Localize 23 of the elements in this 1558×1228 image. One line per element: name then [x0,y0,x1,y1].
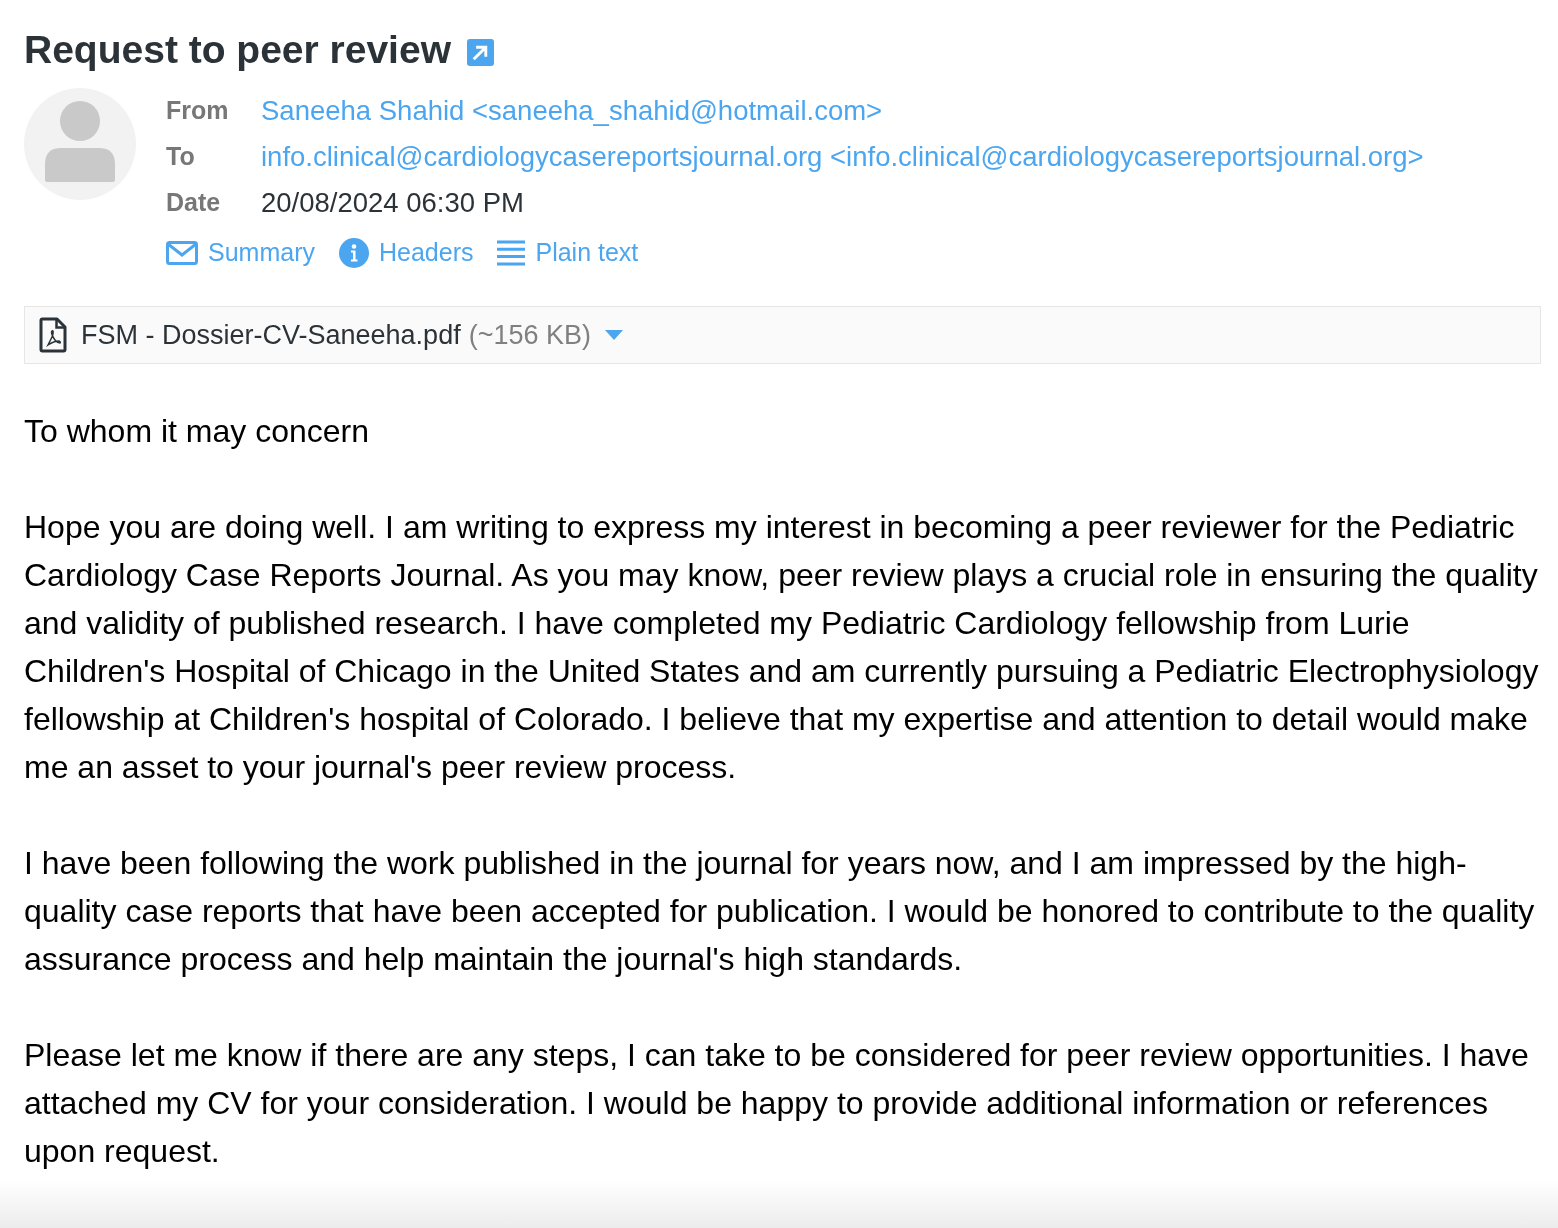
email-paragraph: Please let me know if there are any steps, I can take to be considered for peer review opportunities. I have attached my CV for your consideration. I would be happy to provide additional information or references upon request. [24,1036,1530,1171]
info-icon [338,238,369,268]
header-label: From [166,95,230,127]
email-address-link[interactable]: Saneeha Shahid <saneeha_shahid@hotmail.com> [261,90,883,132]
email-address-link[interactable]: info.clinical@cardiologycasereportsjournal.org <info.clinical@cardiologycasereportsjournal.org> [261,136,1424,178]
attachment-size: (~156 KB) [468,318,591,352]
dropdown-caret-icon[interactable] [605,330,623,340]
date-value: 20/08/2024 06:30 PM [261,186,524,221]
envelope-icon [166,241,198,265]
header-label: To [166,141,196,173]
header-label: Date [166,187,222,219]
view-mode-link[interactable]: Summary [166,234,315,272]
email-subject: Request to peer review [24,27,451,73]
list-lines-icon [497,240,526,266]
view-mode-link[interactable]: Headers [338,234,474,272]
external-link-icon[interactable] [467,38,494,66]
email-paragraph: I have been following the work published in the journal for years now, and I am impressed by the high-quality case reports that have been accepted for publication. I would be honored to contribute to the quality assurance process and help maintain the journal's high standards. [24,844,1536,979]
view-mode-link[interactable]: Plain text [497,234,639,272]
email-paragraph: To whom it may concern [24,412,370,451]
avatar-icon [24,88,136,200]
email-paragraph: Hope you are doing well. I am writing to express my interest in becoming a peer reviewer for the Pediatric Cardiology Case Reports Journal. As you may know, peer review plays a crucial role in ensuring the quality and validity of published research. I have completed my Pediatric Cardiology fellowship from Lurie Children's Hospital of Chicago in the United States and am currently pursuing a Pediatric Electrophysiology fellowship at Children's hospital of Colorado. I believe that my expertise and attention to detail would make me an asset to your journal's peer review process. [24,508,1540,787]
attachment-filename[interactable]: FSM - Dossier-CV-Saneeha.pdf [81,314,461,356]
pdf-file-icon [39,317,67,353]
